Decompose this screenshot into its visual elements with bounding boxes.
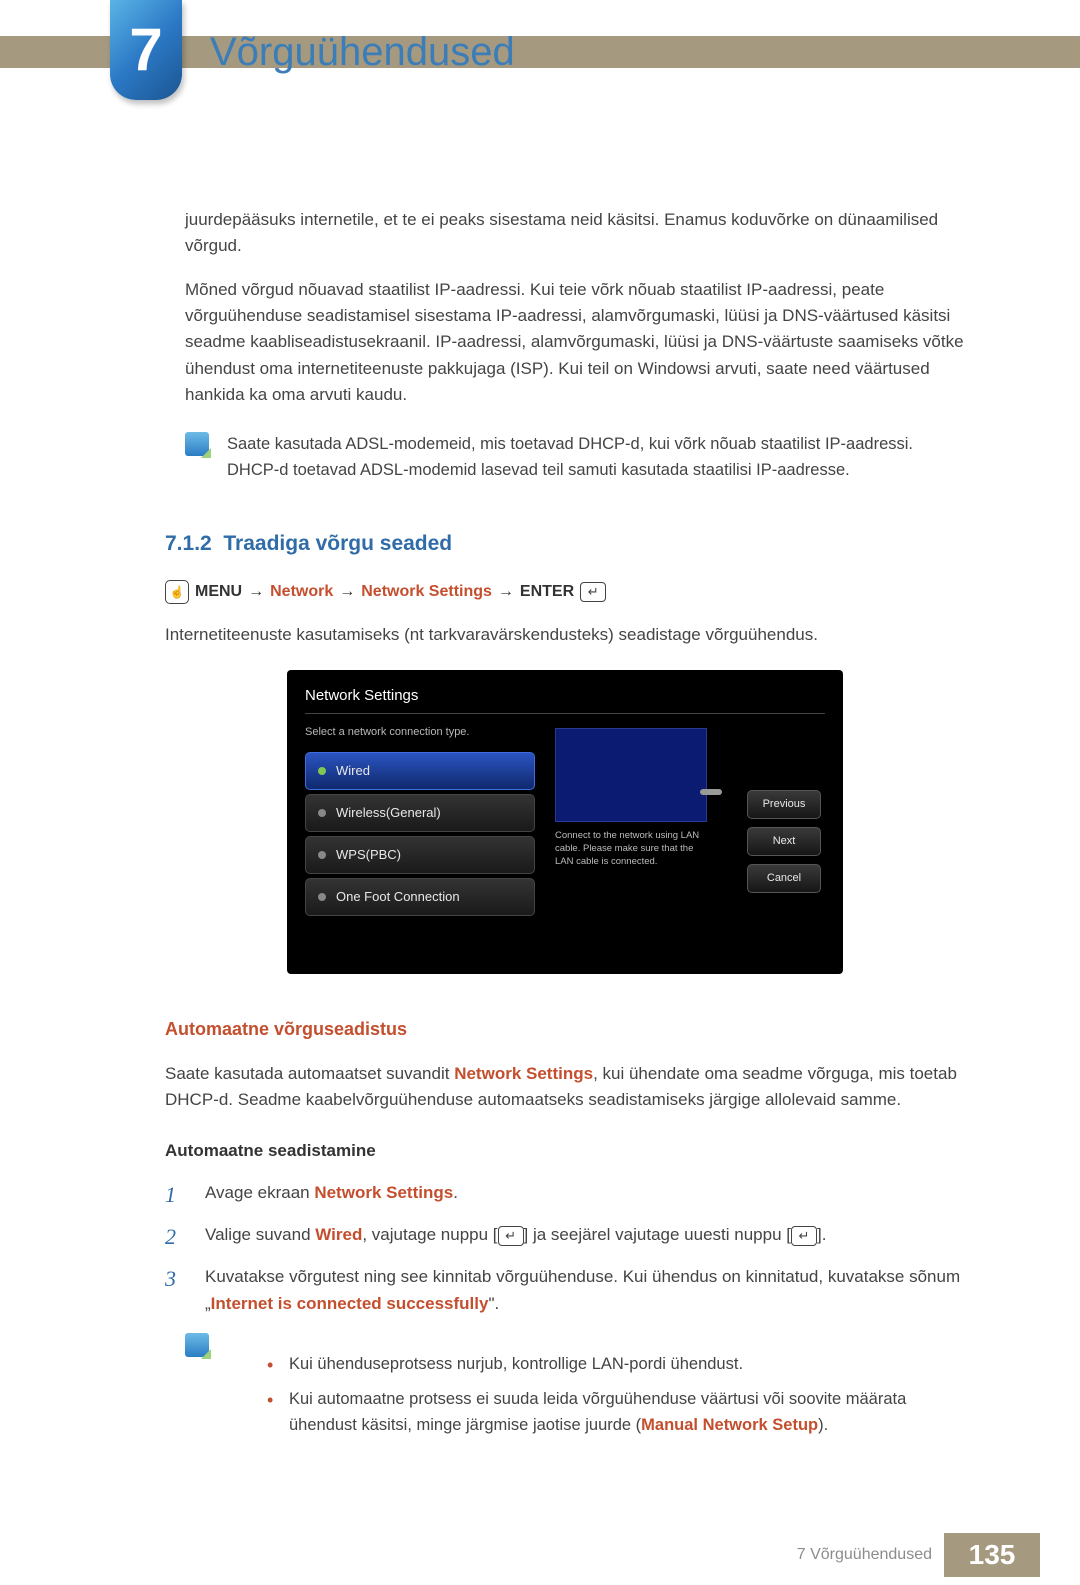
enter-icon: ↵ [498,1226,524,1246]
osd-previous-button[interactable]: Previous [747,790,821,819]
page-body: juurdepääsuks internetile, et te ei peak… [0,100,1080,1525]
auto-paragraph: Saate kasutada automaatset suvandit Netw… [165,1061,965,1114]
step1-link: Network Settings [314,1183,453,1202]
chapter-number-badge: 7 [110,0,182,100]
path-enter: ENTER [520,580,574,605]
menu-path: ☝ MENU → Network → Network Settings → EN… [165,580,965,605]
remote-menu-icon: ☝ [165,580,189,604]
path-network: Network [270,580,333,605]
note-text: Saate kasutada ADSL-modemeid, mis toetav… [227,432,965,483]
intro-paragraph-1: juurdepääsuks internetile, et te ei peak… [185,207,965,260]
osd-option-wireless[interactable]: Wireless(General) [305,794,535,832]
section-intro: Internetiteenuste kasutamiseks (nt tarkv… [165,622,965,648]
osd-option-wps[interactable]: WPS(PBC) [305,836,535,874]
page-header: 7 Võrguühendused [0,0,1080,100]
step2-wired: Wired [315,1225,362,1244]
osd-screenshot: Network Settings Select a network connec… [287,670,843,974]
osd-help-text: Connect to the network using LAN cable. … [555,830,705,868]
step-number-2: 2 [165,1220,187,1254]
intro-paragraph-2: Mõned võrgud nõuavad staatilist IP-aadre… [185,277,965,409]
step-3: 3 Kuvatakse võrgutest ning see kinnitab … [165,1262,965,1317]
note-icon [185,1333,209,1357]
footer-text: 7 Võrguühendused [797,1546,932,1564]
section-number: 7.1.2 [165,532,212,555]
bullet-1: Kui ühenduseprotsess nurjub, kontrollige… [267,1352,965,1378]
note-block: Saate kasutada ADSL-modemeid, mis toetav… [185,432,965,483]
page-footer: 7 Võrguühendused 135 [0,1525,1080,1585]
osd-illustration [555,728,707,822]
link-manual-setup: Manual Network Setup [641,1416,818,1434]
osd-option-onefoot[interactable]: One Foot Connection [305,878,535,916]
osd-next-button[interactable]: Next [747,827,821,856]
bullet-2: Kui automaatne protsess ei suuda leida v… [267,1387,965,1438]
osd-cancel-button[interactable]: Cancel [747,864,821,893]
section-heading-712: 7.1.2 Traadiga võrgu seaded [165,528,965,561]
auto-heading: Automaatne võrguseadistus [165,1016,965,1044]
path-menu: MENU [195,580,242,605]
page-number-badge: 135 [944,1533,1040,1577]
step-number-3: 3 [165,1262,187,1317]
step-1: 1 Avage ekraan Network Settings. [165,1178,965,1212]
chapter-title: Võrguühendused [210,30,515,75]
enter-icon: ↵ [791,1226,817,1246]
osd-options: Wired Wireless(General) WPS(PBC) One Foo… [305,752,535,917]
note-bullets: Kui ühenduseprotsess nurjub, kontrollige… [227,1350,965,1449]
osd-title: Network Settings [305,684,825,707]
step-2: 2 Valige suvand Wired, vajutage nuppu [↵… [165,1220,965,1254]
step3-msg: Internet is connected successfully [211,1294,489,1313]
link-network-settings: Network Settings [454,1064,593,1083]
section-title: Traadiga võrgu seaded [223,532,452,555]
path-network-settings: Network Settings [361,580,492,605]
osd-option-wired[interactable]: Wired [305,752,535,790]
note-block-2: Kui ühenduseprotsess nurjub, kontrollige… [185,1333,965,1465]
enter-icon: ↵ [580,582,606,602]
auto-sub-heading: Automaatne seadistamine [165,1138,965,1164]
intro-block: juurdepääsuks internetile, et te ei peak… [185,207,965,408]
note-icon [185,432,209,456]
step-number-1: 1 [165,1178,187,1212]
